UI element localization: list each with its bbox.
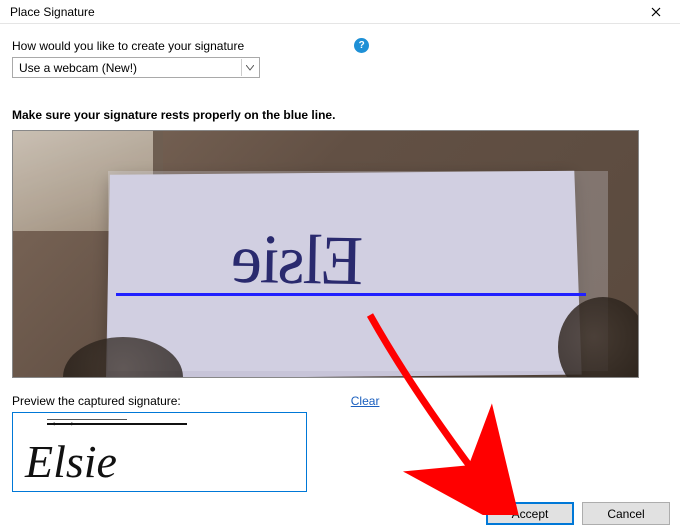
accept-button[interactable]: Accept <box>486 502 574 525</box>
prompt-row: How would you like to create your signat… <box>12 38 668 53</box>
close-button[interactable] <box>638 1 674 23</box>
titlebar: Place Signature <box>0 0 680 24</box>
chevron-down-icon <box>241 59 257 76</box>
preview-scribble: ' ' <box>53 419 79 435</box>
button-bar: Accept Cancel <box>486 502 670 525</box>
signature-method-dropdown[interactable]: Use a webcam (New!) <box>12 57 260 78</box>
preview-row: Preview the captured signature: Clear <box>12 394 668 408</box>
prompt-label: How would you like to create your signat… <box>12 39 244 53</box>
preview-signature: Elsie <box>25 435 117 488</box>
clear-link[interactable]: Clear <box>351 394 380 408</box>
help-icon[interactable]: ? <box>354 38 369 53</box>
cancel-button[interactable]: Cancel <box>582 502 670 525</box>
signature-preview-box[interactable]: ' ' Elsie <box>12 412 307 492</box>
close-icon <box>651 7 661 17</box>
webcam-guide-line <box>116 293 586 296</box>
webcam-preview: Elsie <box>12 130 639 378</box>
window-title: Place Signature <box>10 5 95 19</box>
instruction-text: Make sure your signature rests properly … <box>12 108 668 122</box>
dialog-content: How would you like to create your signat… <box>0 24 680 492</box>
webcam-signature: Elsie <box>232 220 363 302</box>
dropdown-selected-value: Use a webcam (New!) <box>19 61 137 75</box>
preview-label: Preview the captured signature: <box>12 394 181 408</box>
